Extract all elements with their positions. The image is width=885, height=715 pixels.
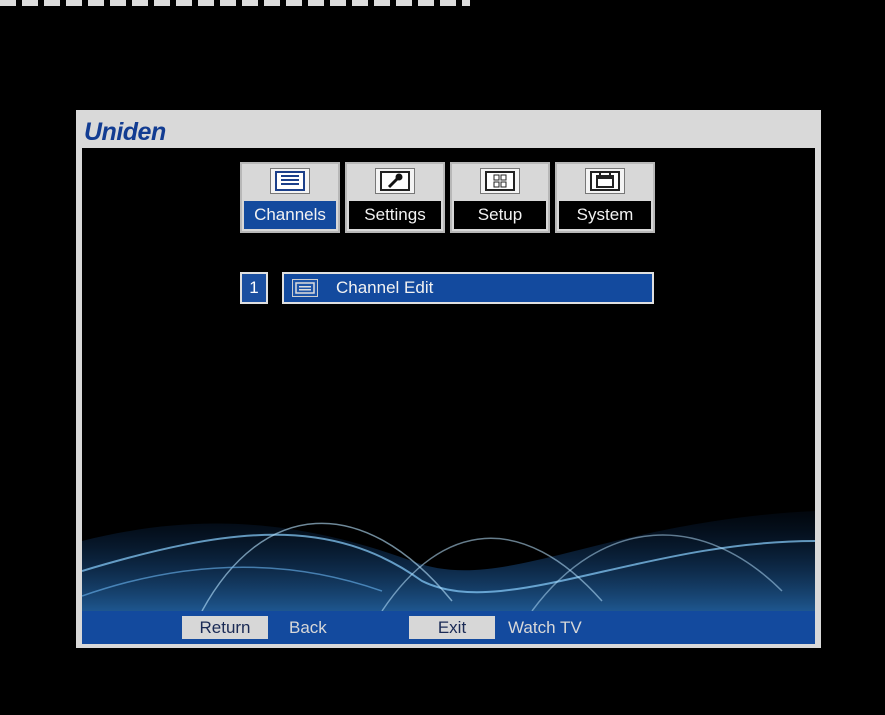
tab-system[interactable]: System bbox=[555, 162, 655, 233]
return-key-desc: Back bbox=[289, 618, 327, 637]
uniden-logo: Uniden bbox=[84, 118, 166, 146]
return-key[interactable]: Return bbox=[182, 616, 268, 639]
tab-settings[interactable]: Settings bbox=[345, 162, 445, 233]
exit-key[interactable]: Exit bbox=[409, 616, 495, 639]
tab-channels-label: Channels bbox=[244, 201, 336, 229]
top-dash-strip bbox=[0, 0, 470, 6]
exit-key-desc: Watch TV bbox=[508, 618, 582, 637]
footer-key-bar: Return Back Exit Watch TV bbox=[82, 611, 815, 644]
calendar-icon bbox=[585, 168, 625, 194]
channel-list-icon bbox=[270, 168, 310, 194]
tab-setup-label: Setup bbox=[454, 201, 546, 229]
grid-icon bbox=[480, 168, 520, 194]
tab-channels[interactable]: Channels bbox=[240, 162, 340, 233]
menu-item-index: 1 bbox=[240, 272, 268, 304]
tab-system-label: System bbox=[559, 201, 651, 229]
channel-edit-icon bbox=[292, 279, 318, 297]
tv-menu-frame: Uniden Channels Settings Setup System 1 … bbox=[76, 110, 821, 648]
channel-edit-item[interactable]: Channel Edit bbox=[282, 272, 654, 304]
menu-screen: Channels Settings Setup System 1 Channel… bbox=[82, 148, 815, 611]
channel-edit-label: Channel Edit bbox=[336, 278, 434, 297]
tab-settings-label: Settings bbox=[349, 201, 441, 229]
brand-bar: Uniden bbox=[76, 110, 821, 148]
wrench-icon bbox=[375, 168, 415, 194]
tab-setup[interactable]: Setup bbox=[450, 162, 550, 233]
wave-decoration bbox=[82, 511, 815, 611]
